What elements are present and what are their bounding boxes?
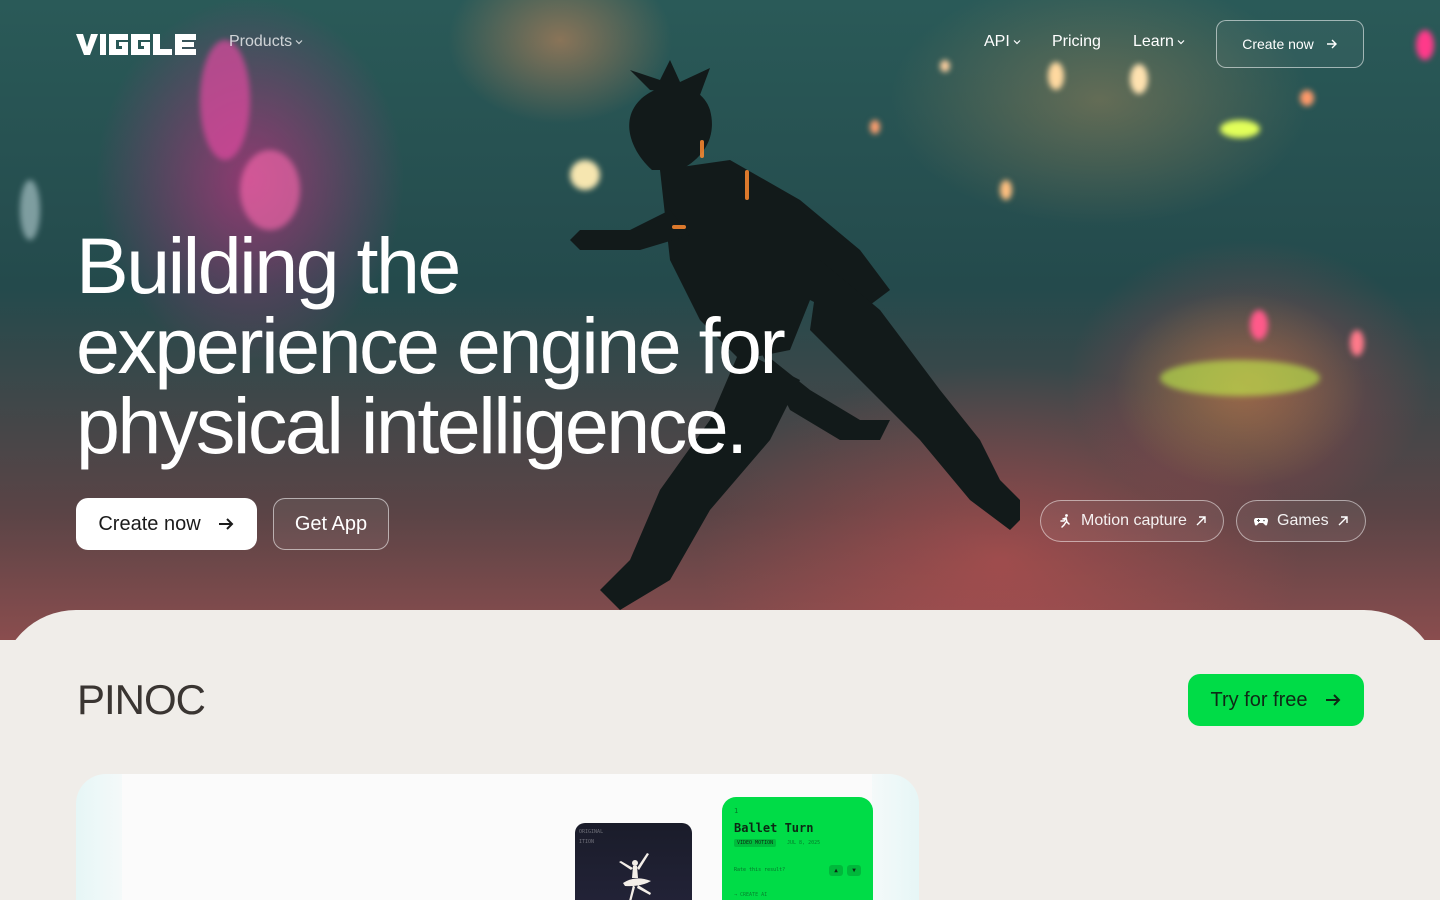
ballerina-image	[619, 853, 651, 900]
clip-tag: VIDEO MOTION	[734, 839, 777, 847]
hero-create-now-button[interactable]: Create now	[76, 498, 257, 550]
ballet-video-thumbnail[interactable]: ORIGINAL ITION	[575, 823, 692, 900]
nav-create-now-button[interactable]: Create now	[1216, 20, 1364, 68]
nav-products[interactable]: Products	[229, 33, 303, 51]
clip-footer: → CREATE AI	[734, 892, 768, 898]
headline-line-1: Building the	[76, 221, 461, 310]
thumbs-up-icon[interactable]: ▲	[829, 865, 843, 876]
clip-title: Ballet Turn	[734, 821, 814, 835]
nav-api-label: API	[984, 33, 1010, 50]
nav-learn-label: Learn	[1133, 33, 1174, 50]
get-app-label: Get App	[294, 512, 368, 535]
motion-capture-pill[interactable]: Motion capture	[1040, 500, 1224, 542]
section-title: PINOC	[77, 676, 206, 723]
try-for-free-button[interactable]: Try for free	[1188, 674, 1364, 726]
games-label: Games	[1277, 512, 1329, 529]
clip-index: 1	[734, 807, 739, 815]
nav-api[interactable]: API	[984, 33, 1021, 51]
chevron-down-icon	[1177, 40, 1185, 45]
hero-headline: Building the experience engine for physi…	[76, 226, 976, 466]
clip-date: JUL 8, 2025	[787, 840, 821, 846]
arrow-up-right-icon	[1196, 516, 1206, 526]
games-pill[interactable]: Games	[1236, 500, 1366, 542]
headline-line-3: physical intelligence.	[76, 381, 748, 470]
arrow-up-right-icon	[1338, 516, 1348, 526]
arrow-right-icon	[218, 518, 234, 530]
nav-products-label: Products	[229, 33, 293, 50]
nav-pricing[interactable]: Pricing	[1052, 33, 1101, 51]
viggle-logo[interactable]	[76, 31, 198, 57]
try-for-free-label: Try for free	[1210, 688, 1308, 711]
arrow-right-icon	[1326, 39, 1337, 49]
motion-capture-label: Motion capture	[1081, 512, 1187, 529]
arrow-right-icon	[1325, 694, 1340, 706]
nav-pricing-label: Pricing	[1052, 33, 1101, 50]
nav-learn[interactable]: Learn	[1133, 33, 1185, 51]
chevron-down-icon	[1013, 40, 1021, 45]
running-person-icon	[1060, 514, 1070, 528]
get-app-button[interactable]: Get App	[273, 498, 389, 550]
clip-result-card[interactable]: 1 Ballet Turn VIDEO MOTION JUL 8, 2025 R…	[722, 797, 873, 900]
rating-buttons: ▲ ▼	[829, 865, 861, 876]
rating-question: Rate this result?	[734, 867, 786, 873]
thumbs-down-icon[interactable]: ▼	[847, 865, 861, 876]
chevron-down-icon	[295, 40, 303, 45]
hero-create-now-label: Create now	[98, 512, 201, 535]
headline-line-2: experience engine for	[76, 301, 786, 390]
gamepad-icon	[1254, 518, 1268, 526]
nav-create-now-label: Create now	[1242, 36, 1314, 52]
